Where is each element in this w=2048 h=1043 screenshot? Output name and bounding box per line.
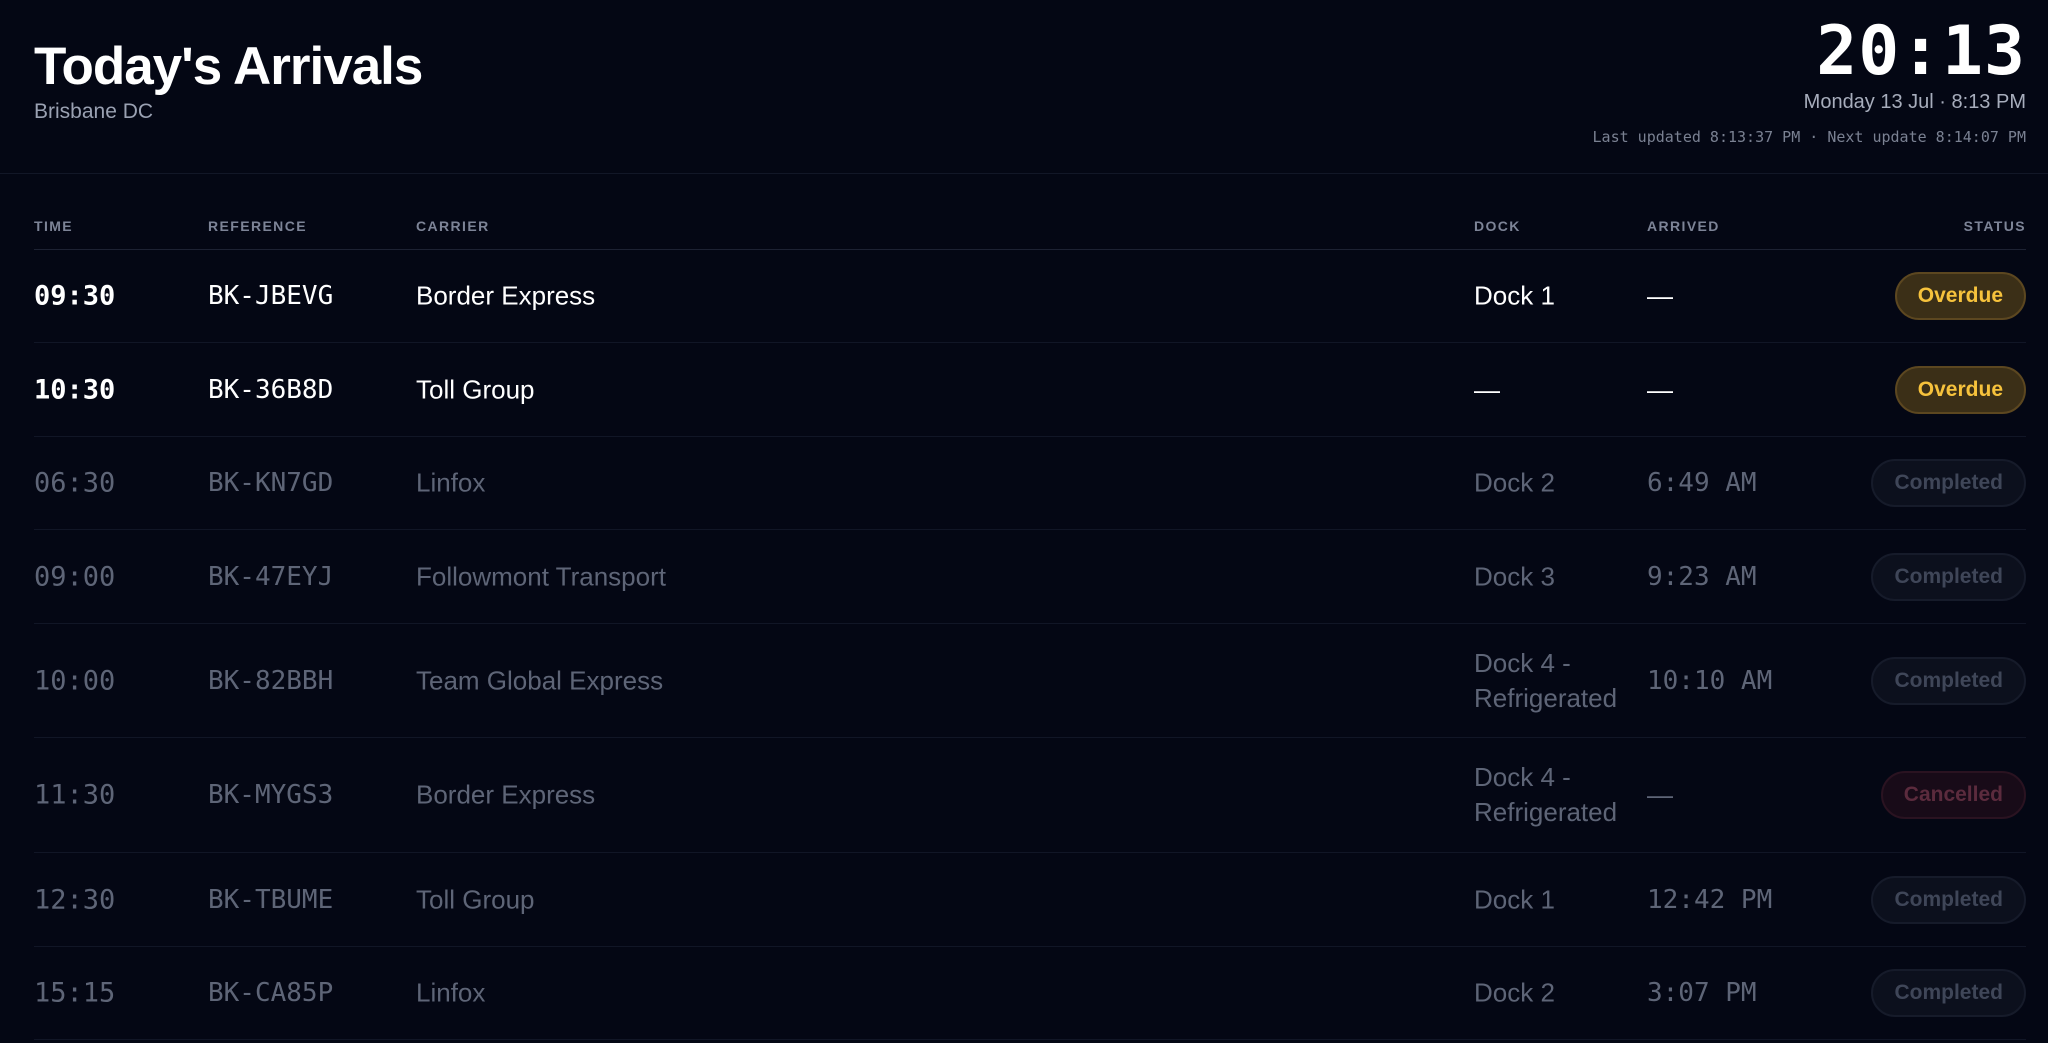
clock: 20:13 [1816, 12, 2026, 91]
row-arrived: 10:10 AM [1647, 665, 1773, 696]
row-dock: Dock 2 [1474, 977, 1555, 1008]
status-badge: Completed [1871, 969, 2026, 1017]
row-time: 11:30 [34, 779, 116, 811]
table-row: 10:00 BK-82BBH Team Global Express Dock … [34, 624, 2026, 738]
row-reference: BK-TBUME [208, 884, 334, 915]
column-header-dock: DOCK [1474, 218, 1521, 234]
row-carrier: Border Express [416, 280, 596, 311]
row-reference: BK-CA85P [208, 978, 334, 1008]
row-carrier: Toll Group [416, 884, 535, 914]
date-line: Monday 13 Jul · 8:13 PM [1803, 91, 2026, 113]
status-badge: Overdue [1894, 272, 2026, 320]
row-arrived: 6:49 AM [1647, 468, 1757, 498]
row-time: 10:30 [34, 374, 116, 405]
table-row: 11:30 BK-MYGS3 Border Express Dock 4 - R… [34, 738, 2026, 853]
row-dock: Dock 3 [1474, 561, 1555, 591]
table-row: 12:30 BK-TBUME Toll Group Dock 1 12:42 P… [34, 853, 2026, 947]
row-dock: Dock 2 [1474, 467, 1555, 498]
status-badge: Completed [1871, 656, 2026, 705]
table-row: 09:00 BK-47EYJ Followmont Transport Dock… [34, 530, 2026, 624]
column-header-carrier: CARRIER [416, 218, 490, 234]
table-row: 06:30 BK-KN7GD Linfox Dock 2 6:49 AM Com… [34, 437, 2026, 530]
row-carrier: Linfox [416, 467, 486, 498]
row-time: 10:00 [34, 665, 116, 696]
row-reference: BK-JBEVG [208, 281, 334, 311]
row-dock: Dock 1 [1474, 280, 1555, 311]
row-arrived: 3:07 PM [1647, 978, 1757, 1008]
row-reference: BK-47EYJ [208, 561, 334, 592]
table-row: 09:30 BK-JBEVG Border Express Dock 1 — O… [34, 250, 2026, 343]
row-reference: BK-KN7GD [208, 468, 334, 498]
row-arrived: — [1647, 374, 1673, 404]
row-reference: BK-36B8D [208, 374, 334, 405]
site-name: Brisbane DC [34, 100, 154, 123]
column-header-reference: REFERENCE [208, 218, 307, 234]
page-title: Today's Arrivals [34, 37, 423, 96]
table-row: 10:30 BK-36B8D Toll Group — — Overdue [34, 343, 2026, 437]
status-badge: Completed [1871, 875, 2026, 924]
row-reference: BK-82BBH [208, 665, 334, 696]
table-header: TIME REFERENCE CARRIER DOCK ARRIVED STAT… [34, 200, 2026, 250]
status-badge: Overdue [1894, 365, 2026, 414]
row-time: 09:30 [34, 280, 116, 312]
row-carrier: Linfox [416, 977, 486, 1008]
row-reference: BK-MYGS3 [208, 780, 334, 810]
row-carrier: Team Global Express [416, 665, 664, 695]
row-carrier: Followmont Transport [416, 561, 666, 591]
row-dock: Dock 4 - Refrigerated [1474, 762, 1618, 827]
row-time: 06:30 [34, 467, 116, 499]
row-arrived: 12:42 PM [1647, 884, 1773, 915]
table-row: 15:15 BK-CA85P Linfox Dock 2 3:07 PM Com… [34, 947, 2026, 1040]
column-header-time: TIME [34, 218, 74, 234]
column-header-status: STATUS [1963, 218, 2026, 234]
row-dock: — [1474, 374, 1500, 404]
row-arrived: — [1647, 779, 1673, 810]
row-time: 09:00 [34, 561, 116, 592]
arrivals-board: Today's Arrivals Brisbane DC 20:13 Monda… [0, 0, 2048, 1043]
row-time: 12:30 [34, 884, 116, 915]
row-carrier: Toll Group [416, 374, 535, 404]
row-dock: Dock 1 [1474, 884, 1555, 914]
column-header-arrived: ARRIVED [1647, 218, 1720, 234]
update-status: Last updated 8:13:37 PM · Next update 8:… [1592, 128, 2026, 146]
status-badge: Completed [1871, 459, 2026, 507]
row-time: 15:15 [34, 977, 116, 1009]
arrivals-table: TIME REFERENCE CARRIER DOCK ARRIVED STAT… [34, 200, 2026, 1040]
row-arrived: 9:23 AM [1647, 561, 1757, 592]
header: Today's Arrivals Brisbane DC 20:13 Monda… [0, 0, 2048, 174]
row-arrived: — [1647, 280, 1673, 311]
status-badge: Completed [1871, 552, 2026, 601]
row-carrier: Border Express [416, 779, 596, 810]
row-dock: Dock 4 - Refrigerated [1474, 647, 1618, 713]
status-badge: Cancelled [1880, 771, 2026, 819]
